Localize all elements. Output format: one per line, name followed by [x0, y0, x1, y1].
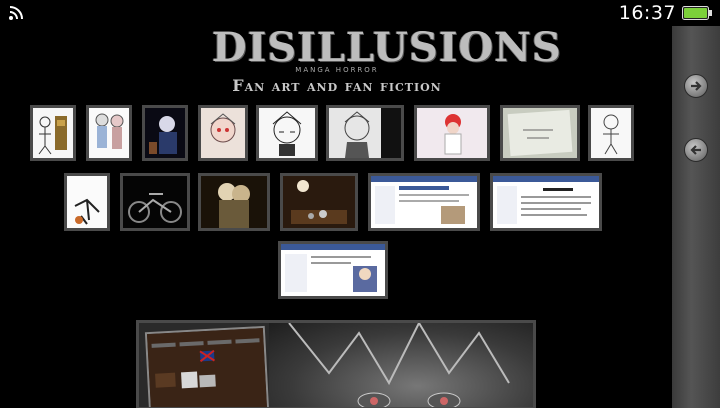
gallery-thumb[interactable] — [326, 105, 404, 161]
thumb-image — [591, 108, 631, 158]
gallery-thumb[interactable] — [198, 173, 270, 231]
gallery-thumb[interactable] — [256, 105, 318, 161]
gallery-thumb[interactable] — [64, 173, 110, 231]
gallery-thumb[interactable] — [490, 173, 602, 231]
gallery-thumb[interactable] — [120, 173, 190, 231]
thumb-image — [67, 176, 107, 228]
site-logo[interactable]: DISILLUSIONS MANGA HORROR Fan art and fa… — [212, 26, 562, 98]
thumb-image — [283, 176, 355, 228]
gallery-thumb[interactable] — [500, 105, 580, 161]
arrow-left-icon — [690, 145, 701, 155]
gallery-thumb[interactable] — [280, 173, 358, 231]
thumb-image — [493, 176, 599, 228]
clock: 16:37 — [618, 2, 676, 24]
forward-button[interactable] — [684, 74, 708, 98]
thumb-image — [503, 108, 577, 158]
closeup-image — [288, 323, 510, 407]
status-bar: 16:37 — [0, 0, 720, 26]
logo-tagline: Fan art and fan fiction — [232, 76, 442, 95]
character-closeup — [269, 323, 533, 407]
gallery-thumb[interactable] — [368, 173, 480, 231]
gallery-thumb[interactable] — [142, 105, 188, 161]
logo-title: DISILLUSIONS — [212, 26, 562, 71]
thumb-image — [201, 176, 267, 228]
side-rail — [672, 26, 720, 408]
thumb-image — [259, 108, 315, 158]
gallery-thumb[interactable] — [278, 241, 388, 299]
thumb-image — [89, 108, 129, 158]
site-menu-screenshot — [144, 325, 270, 407]
thumb-image — [417, 108, 487, 158]
thumb-image — [33, 108, 73, 158]
thumb-image — [201, 108, 245, 158]
gallery-thumb[interactable] — [414, 105, 490, 161]
thumb-image — [371, 176, 477, 228]
battery-icon — [682, 6, 712, 20]
thumb-image — [123, 176, 187, 228]
preview-panel[interactable] — [136, 320, 536, 408]
gallery-thumb[interactable] — [86, 105, 132, 161]
gallery-thumb[interactable] — [30, 105, 76, 161]
wifi-icon — [9, 6, 23, 20]
thumb-image — [145, 108, 185, 158]
thumb-image — [281, 244, 385, 296]
arrow-right-icon — [691, 81, 702, 91]
gallery-thumb[interactable] — [588, 105, 634, 161]
gallery-thumb[interactable] — [198, 105, 248, 161]
thumb-image — [329, 108, 401, 158]
browser-page: DISILLUSIONS MANGA HORROR Fan art and fa… — [0, 26, 672, 408]
menu-image — [146, 328, 268, 407]
back-button[interactable] — [684, 138, 708, 162]
